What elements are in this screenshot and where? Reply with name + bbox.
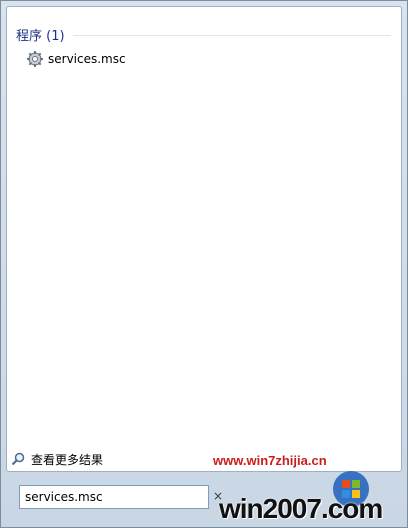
search-results-panel: 程序 (1) services.msc [6, 6, 402, 472]
search-input[interactable] [20, 487, 205, 507]
programs-group-title[interactable]: 程序 (1) [16, 25, 65, 44]
group-divider [72, 34, 391, 36]
watermark-url: www.win7zhijia.cn [213, 453, 327, 468]
gear-icon [27, 51, 43, 67]
magnifier-icon [11, 452, 25, 466]
watermark-logo-text: win2007.com [219, 493, 383, 524]
start-menu: 程序 (1) services.msc 查看更多结果 services.msc … [0, 0, 408, 528]
result-item-label: services.msc [48, 52, 126, 66]
see-more-label: 查看更多结果 [31, 452, 104, 467]
programs-group-header: 程序 (1) [16, 24, 391, 44]
see-more-results-link[interactable]: 查看更多结果 [11, 449, 103, 469]
result-item-services[interactable]: services.msc [26, 49, 226, 69]
search-box[interactable] [19, 485, 209, 509]
